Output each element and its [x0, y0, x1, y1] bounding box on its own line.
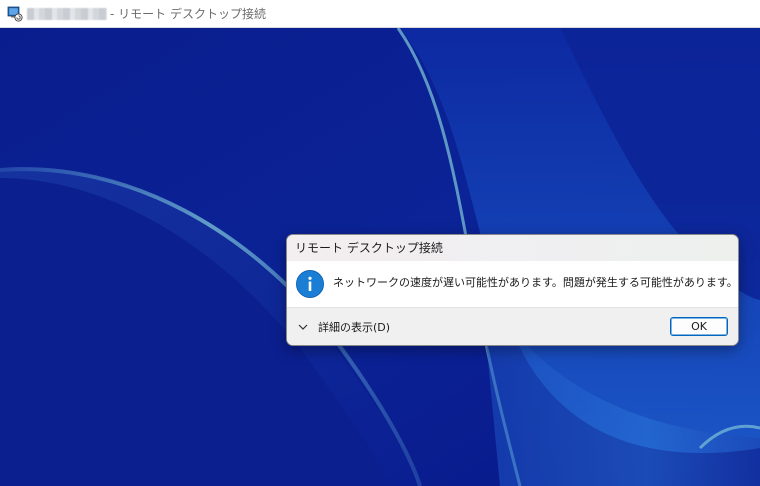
- ok-button[interactable]: OK: [670, 317, 728, 336]
- show-details-label: 詳細の表示(D): [318, 321, 391, 334]
- window-title: - リモート デスクトップ接続: [110, 7, 266, 21]
- remote-desktop-window: - リモート デスクトップ接続 リモート デスクトップ接続 ネットワークの速度が…: [0, 0, 760, 486]
- remote-desktop-app-icon: [7, 6, 23, 22]
- dialog-message: ネットワークの速度が遅い可能性があります。問題が発生する可能性があります。: [333, 276, 738, 289]
- redacted-host-name: [27, 8, 107, 20]
- show-details-toggle[interactable]: 詳細の表示(D): [297, 318, 390, 336]
- dialog-titlebar[interactable]: リモート デスクトップ接続: [287, 235, 738, 261]
- dialog-body: ネットワークの速度が遅い可能性があります。問題が発生する可能性があります。: [287, 261, 738, 307]
- dialog-footer: 詳細の表示(D) OK: [287, 307, 738, 345]
- info-icon: [296, 270, 324, 298]
- window-titlebar[interactable]: - リモート デスクトップ接続: [0, 0, 760, 28]
- network-warning-dialog: リモート デスクトップ接続 ネットワークの速度が遅い可能性があります。問題が発生…: [286, 234, 739, 346]
- chevron-down-icon: [298, 324, 308, 330]
- dialog-title: リモート デスクトップ接続: [295, 241, 443, 255]
